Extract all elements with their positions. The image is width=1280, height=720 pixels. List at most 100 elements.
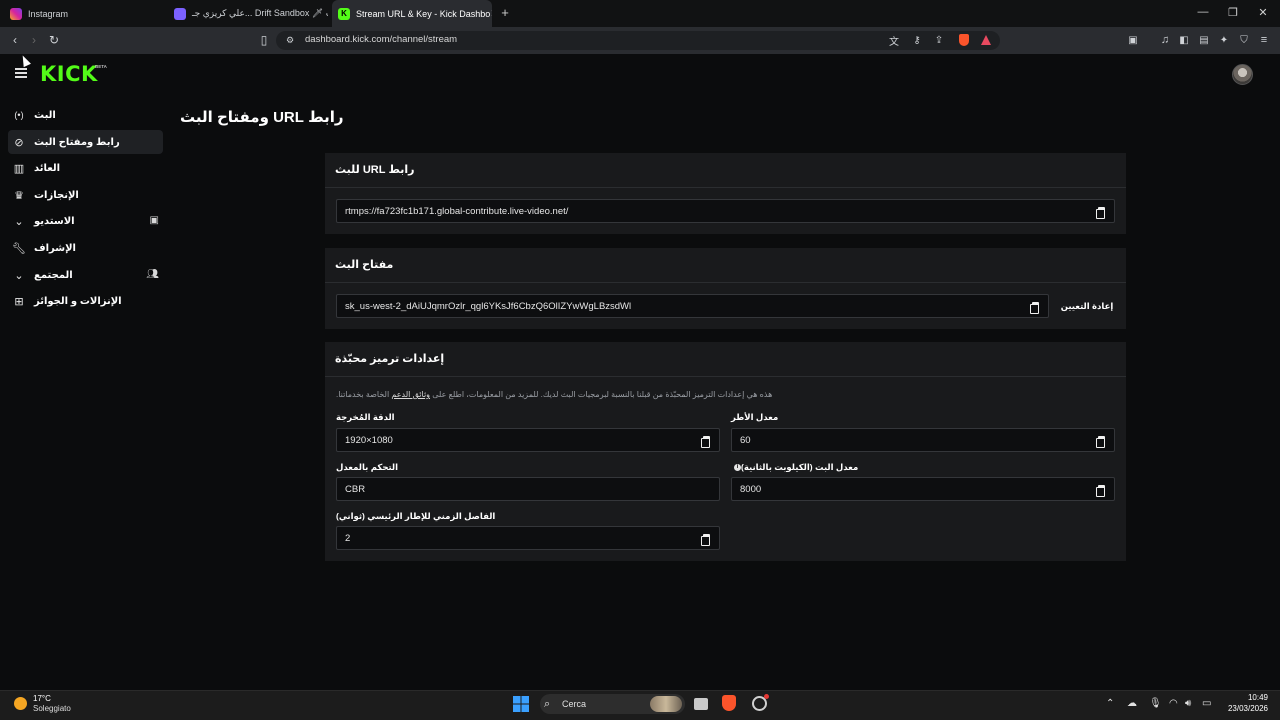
output-resolution-value[interactable]: 1920×1080 bbox=[345, 435, 393, 446]
sidebar-item-broadcast[interactable]: (•) البث bbox=[8, 103, 163, 127]
search-icon: ⌕ bbox=[544, 698, 551, 710]
sidebar-toggle-icon[interactable]: ◧ bbox=[1176, 32, 1192, 48]
info-icon[interactable]: i bbox=[734, 464, 741, 472]
hamburger-menu-icon[interactable] bbox=[15, 68, 27, 78]
back-icon[interactable]: ‹ bbox=[7, 32, 23, 48]
sun-icon[interactable] bbox=[14, 697, 27, 710]
sidebar-item-moderation[interactable]: 🔧︎ الإشراف bbox=[8, 236, 163, 260]
output-resolution-label: الدقة المُخرجة bbox=[336, 412, 395, 422]
close-tab-icon[interactable]: ✕ bbox=[490, 7, 492, 20]
rate-control-field[interactable]: CBR bbox=[336, 477, 720, 501]
chevron-down-icon: ⌄ bbox=[14, 269, 24, 282]
clock-date[interactable]: 23/03/2026 bbox=[1218, 704, 1268, 713]
search-highlight-icon[interactable] bbox=[650, 696, 682, 712]
clock-time[interactable]: 10:49 bbox=[1228, 693, 1268, 702]
screenshot-icon[interactable]: ▣ bbox=[1125, 32, 1141, 48]
menu-icon[interactable]: ≡ bbox=[1256, 32, 1272, 48]
wifi-icon[interactable]: ◠ bbox=[1169, 698, 1178, 709]
forward-icon[interactable]: › bbox=[26, 32, 42, 48]
kick-logo[interactable]: KICK bbox=[40, 63, 98, 85]
cloud-icon[interactable]: ☁ bbox=[1127, 698, 1137, 709]
wallet-icon[interactable]: ▤ bbox=[1196, 32, 1212, 48]
bitrate-label: معدل البت (الكيلوبت بالثانية) bbox=[741, 462, 859, 472]
keyframe-interval-field[interactable]: 2 bbox=[336, 526, 720, 550]
sidebar-item-stream-url-key[interactable]: ⊘ رابط ومفتاح البث bbox=[8, 130, 163, 154]
reset-key-button[interactable]: إعادة التعيين bbox=[1058, 294, 1116, 318]
bitrate-label-wrap: معدل البت (الكيلوبت بالثانية)i bbox=[731, 462, 858, 473]
brave-browser-icon[interactable] bbox=[722, 695, 736, 711]
copy-icon[interactable] bbox=[1096, 207, 1106, 219]
stream-url-value[interactable]: rtmps://fa723fc1b171.global-contribute.l… bbox=[345, 206, 568, 217]
sidebar-item-community[interactable]: ⌄ المجتمع 👥︎ bbox=[8, 263, 163, 287]
sidebar-item-achievements[interactable]: ♛ الإنجازات bbox=[8, 183, 163, 207]
instagram-icon bbox=[10, 7, 22, 20]
copy-icon[interactable] bbox=[1096, 436, 1106, 448]
tab-drift-sandbox[interactable]: علي كريزي جـ... Drift Sandbox 🗡 الغب bbox=[168, 0, 328, 27]
sidebar-item-studio[interactable]: ⌄ الاستديو ▣ bbox=[8, 209, 163, 233]
support-docs-link[interactable]: وثائق الدعم bbox=[391, 390, 430, 399]
file-explorer-icon[interactable] bbox=[694, 698, 708, 710]
card-header: إعدادات ترميز محبّذة bbox=[325, 342, 1126, 377]
vpn-icon[interactable]: ⛉ bbox=[1236, 32, 1252, 48]
copy-icon[interactable] bbox=[701, 436, 711, 448]
rate-control-label: التحكم بالمعدل bbox=[336, 462, 399, 472]
translate-icon[interactable]: 文 bbox=[886, 32, 902, 48]
tab-title: Stream URL & Key - Kick Dashbo bbox=[356, 8, 491, 19]
tab-instagram[interactable]: Instagram bbox=[4, 0, 164, 27]
weather-temperature[interactable]: 17°C bbox=[33, 694, 51, 703]
sidebar-item-drops-rewards[interactable]: ⊞ الإنزالات و الجوائز bbox=[8, 289, 163, 313]
restore-icon[interactable]: ❐ bbox=[1226, 6, 1240, 19]
stream-key-value[interactable]: sk_us-west-2_dAiUJqmrOzlr_qgl6YKsJf6CbzQ… bbox=[345, 301, 631, 312]
stream-key-field[interactable]: sk_us-west-2_dAiUJqmrOzlr_qgl6YKsJf6CbzQ… bbox=[336, 294, 1049, 318]
keyframe-interval-label: الفاصل الزمني للإطار الرئيسي (ثواني) bbox=[336, 511, 496, 521]
chevron-up-icon[interactable]: ⌃ bbox=[1106, 698, 1114, 709]
bitrate-value[interactable]: 8000 bbox=[740, 484, 761, 495]
microphone-icon[interactable]: 🎙︎ bbox=[1149, 698, 1162, 709]
card-header: رابط URL للبث bbox=[325, 153, 1126, 188]
bookmark-icon[interactable]: ▯ bbox=[256, 32, 272, 48]
reload-icon[interactable]: ↻ bbox=[46, 32, 62, 48]
bitrate-field[interactable]: 8000 bbox=[731, 477, 1115, 501]
keyframe-interval-value[interactable]: 2 bbox=[345, 533, 350, 544]
weather-description[interactable]: Soleggiato bbox=[33, 704, 71, 713]
share-icon[interactable]: ⇪ bbox=[931, 32, 947, 48]
framerate-value[interactable]: 60 bbox=[740, 435, 751, 446]
rate-control-value[interactable]: CBR bbox=[345, 484, 365, 495]
sidebar-item-revenue[interactable]: ▥ العائد bbox=[8, 156, 163, 180]
output-resolution-field[interactable]: 1920×1080 bbox=[336, 428, 720, 452]
card-title: إعدادات ترميز محبّذة bbox=[335, 353, 445, 365]
tab-title: علي كريزي جـ... Drift Sandbox 🗡 الغب bbox=[192, 8, 328, 18]
sidebar-item-label: الإنجازات bbox=[34, 190, 79, 201]
avatar[interactable] bbox=[1232, 64, 1253, 85]
leo-ai-icon[interactable]: ✦ bbox=[1216, 32, 1232, 48]
copy-icon[interactable] bbox=[1096, 485, 1106, 497]
app-icon bbox=[174, 7, 186, 20]
beta-badge: BETA bbox=[95, 64, 107, 69]
taskbar-search-text[interactable]: Cerca bbox=[562, 699, 586, 709]
minimize-icon[interactable]: — bbox=[1196, 6, 1210, 18]
windows-start-icon[interactable] bbox=[513, 696, 529, 712]
site-info-icon[interactable]: ⚙ bbox=[282, 32, 298, 48]
card-header: مفتاح البث bbox=[325, 248, 1126, 283]
sidebar-item-label: البث bbox=[34, 110, 56, 121]
notification-dot-icon bbox=[764, 694, 769, 699]
stream-url-field[interactable]: rtmps://fa723fc1b171.global-contribute.l… bbox=[336, 199, 1115, 223]
sidebar-item-label: الاستديو bbox=[34, 216, 75, 227]
battery-icon[interactable]: ▭ bbox=[1202, 698, 1211, 709]
framerate-field[interactable]: 60 bbox=[731, 428, 1115, 452]
close-window-icon[interactable]: ✕ bbox=[1256, 6, 1270, 19]
copy-icon[interactable] bbox=[701, 534, 711, 546]
brave-shield-icon[interactable] bbox=[956, 32, 972, 48]
copy-icon[interactable] bbox=[1030, 302, 1040, 314]
sidebar-item-label: العائد bbox=[34, 163, 61, 174]
sidebar-item-label: الإشراف bbox=[34, 243, 76, 254]
new-tab-button[interactable]: + bbox=[498, 5, 512, 20]
url-text[interactable]: dashboard.kick.com/channel/stream bbox=[305, 34, 457, 45]
media-icon[interactable]: ♫ bbox=[1157, 32, 1173, 48]
trophy-icon: ♛ bbox=[14, 189, 24, 202]
volume-icon[interactable]: 🔊︎ bbox=[1185, 698, 1191, 709]
tab-kick-dashboard[interactable]: K Stream URL & Key - Kick Dashbo ✕ bbox=[332, 0, 492, 27]
brave-rewards-icon[interactable] bbox=[978, 32, 994, 48]
description-tail: الخاصة بخدماتنا. bbox=[336, 390, 390, 399]
key-icon[interactable]: ⚷ bbox=[909, 32, 925, 48]
